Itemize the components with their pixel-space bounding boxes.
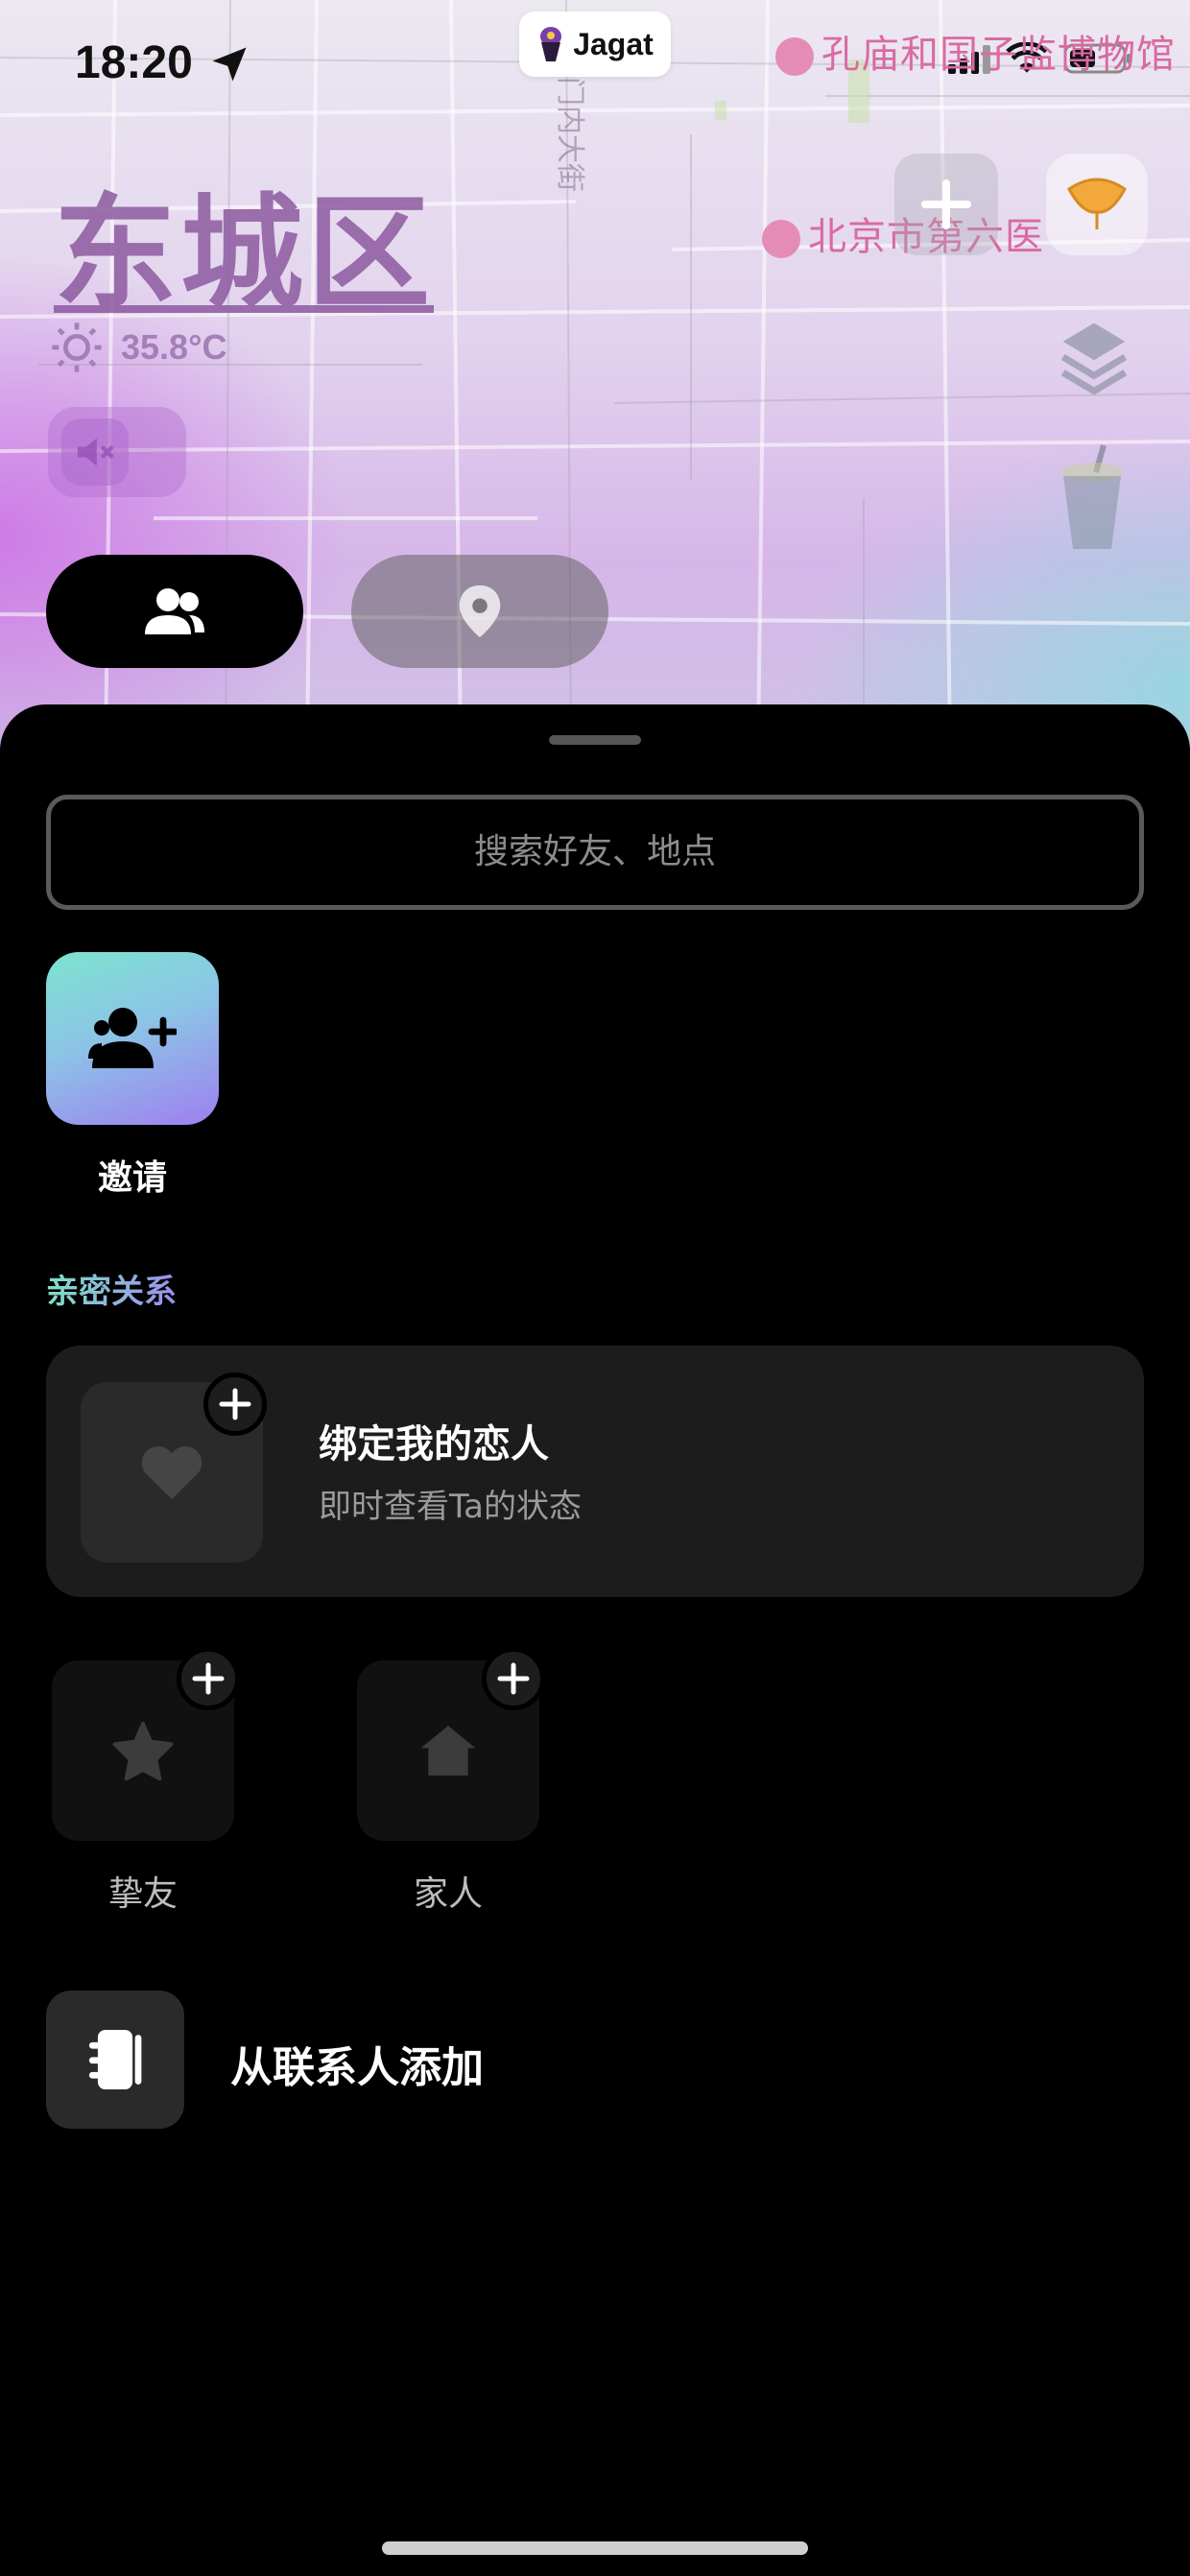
hospital-icon [762,220,800,258]
best-friends-label: 挚友 [107,1874,178,1914]
jagat-logo-icon [540,27,562,61]
district-title[interactable]: 东城区 [54,154,434,331]
add-button[interactable] [894,154,998,255]
section-title-relationships: 亲密关系 [46,1265,177,1312]
star-icon [112,1722,174,1780]
friends-icon [145,588,204,634]
contacts-button[interactable] [46,1991,184,2129]
museum-icon [775,37,814,76]
sun-icon [52,322,102,372]
poi-label-museum[interactable]: 孔庙和国子监博物馆 [775,23,1176,79]
contacts-book-icon [88,2030,142,2089]
friends-mode-button[interactable] [46,555,303,668]
add-best-friend-badge[interactable] [177,1647,240,1710]
places-mode-button[interactable] [351,555,608,668]
add-family-badge[interactable] [482,1647,545,1710]
map-view[interactable]: 门内大街 18:20 Jagat 孔庙和国子监博物馆 北京市第六医 东城区 35… [0,0,1190,749]
location-pin-icon [459,584,501,638]
add-person-icon [88,1008,177,1068]
location-arrow-icon [212,47,247,82]
status-time: 18:20 [75,37,193,88]
home-indicator[interactable] [382,2541,808,2555]
search-input[interactable]: 搜索好友、地点 [46,795,1144,910]
mute-icon [61,418,129,486]
house-icon [420,1726,476,1776]
bind-partner-card[interactable]: 绑定我的恋人 即时查看Ta的状态 [46,1346,1144,1597]
plus-icon [192,1662,225,1695]
ginkgo-leaf-icon [1067,178,1127,229]
street-label: 门内大街 [553,77,586,192]
invite-label: 邀请 [97,1158,167,1198]
family-label: 家人 [413,1874,483,1914]
invite-button[interactable] [46,952,219,1125]
contacts-label[interactable]: 从联系人添加 [230,2033,484,2094]
drink-cup-icon[interactable] [1046,441,1138,557]
add-partner-badge[interactable] [203,1372,267,1436]
friends-sheet: 搜索好友、地点 邀请 亲密关系 绑定我的恋人 即时查看Ta的状态 挚友 家人 从… [0,704,1190,2576]
weather-info: 35.8°C [50,321,226,374]
app-badge-label: Jagat [573,26,654,61]
bind-partner-subtitle: 即时查看Ta的状态 [319,1488,582,1526]
bind-partner-title: 绑定我的恋人 [319,1422,549,1467]
profile-avatar-button[interactable] [1046,154,1148,255]
plus-icon [219,1388,251,1420]
plus-icon [921,179,971,229]
temperature: 35.8°C [121,327,227,367]
sound-toggle[interactable] [48,407,186,497]
layers-icon[interactable] [1056,317,1132,397]
heart-icon [141,1445,202,1500]
plus-icon [497,1662,530,1695]
app-badge[interactable]: Jagat [519,12,671,77]
sheet-grabber[interactable] [549,735,641,745]
